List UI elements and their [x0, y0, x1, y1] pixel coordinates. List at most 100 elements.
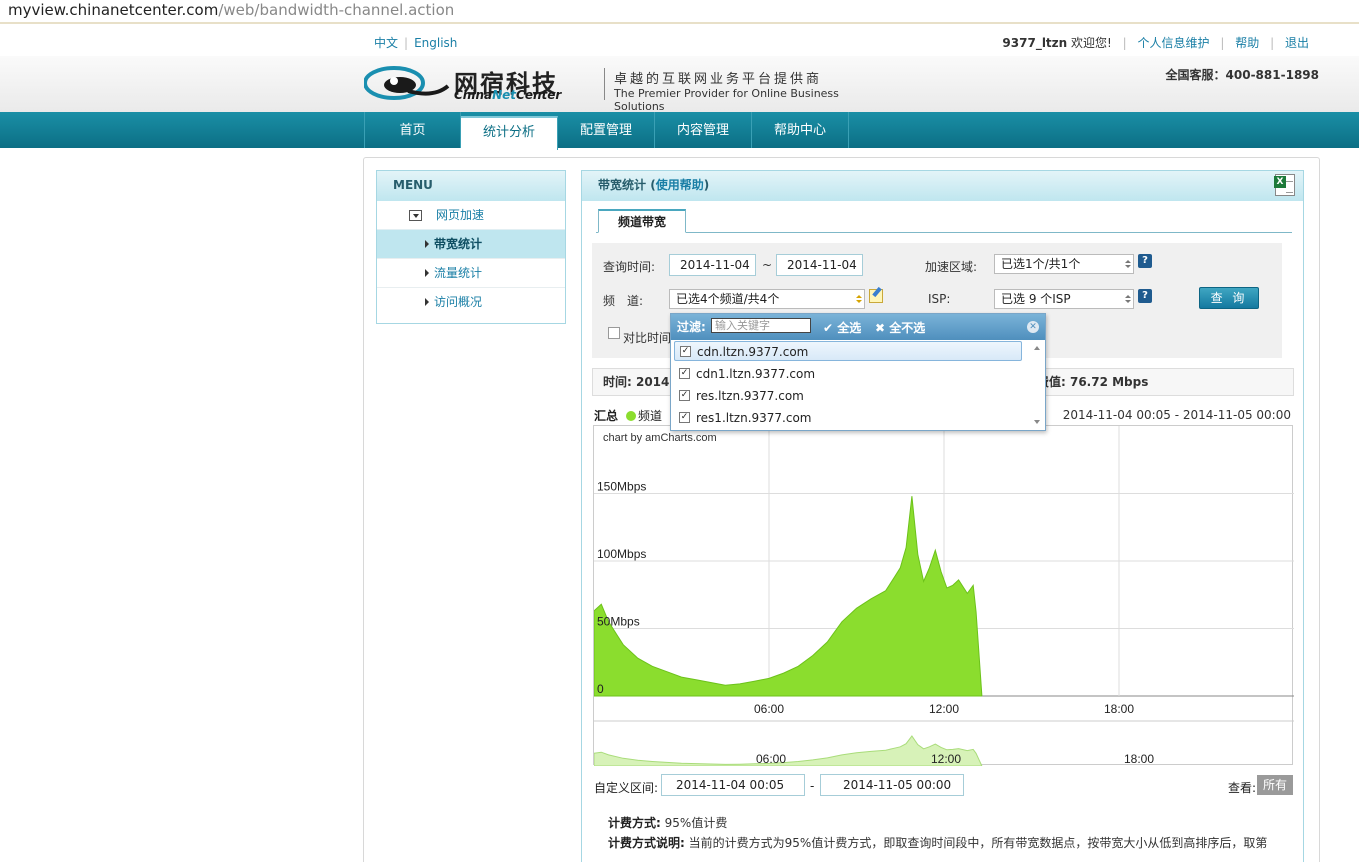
- scroll-up-icon[interactable]: [1034, 346, 1040, 350]
- date-range-sep: ~: [762, 258, 773, 272]
- logout-link[interactable]: 退出: [1285, 36, 1309, 50]
- logo-divider: [604, 68, 605, 100]
- billing-method-value: 95%值计费: [664, 816, 728, 830]
- series-area: [593, 496, 983, 697]
- isp-help-icon[interactable]: ?: [1138, 289, 1152, 303]
- custom-range: 自定义区间: 2014-11-04 00:05 - 2014-11-05 00:…: [594, 774, 964, 796]
- option-res1[interactable]: ✓ res1.ltzn.9377.com: [674, 408, 1022, 428]
- panel-title: 带宽统计 (使用帮助): [582, 171, 1303, 201]
- bandwidth-chart[interactable]: 0 50Mbps 100Mbps 150Mbps 06:00 12:00 18:00 char…: [593, 425, 1294, 767]
- company-logo[interactable]: 网宿科技 ChinaNetCenter 卓越的互联网业务平台提供商 The Pr…: [364, 62, 854, 113]
- nav-config[interactable]: 配置管理: [558, 112, 655, 148]
- start-date-input[interactable]: 2014-11-04: [669, 254, 756, 276]
- isp-label: ISP:: [928, 292, 951, 306]
- option-cdn[interactable]: ✓ cdn.ltzn.9377.com: [674, 341, 1022, 361]
- dropdown-scrollbar[interactable]: [1031, 342, 1043, 430]
- username: 9377_ltzn: [1002, 36, 1068, 50]
- option-checkbox[interactable]: ✓: [679, 390, 690, 401]
- arrow-right-icon: [425, 298, 429, 306]
- billing-explain-label: 计费方式说明:: [608, 836, 685, 850]
- tab-channel-bandwidth[interactable]: 频道带宽: [598, 209, 686, 233]
- isp-select[interactable]: 已选 9 个ISP: [994, 289, 1134, 309]
- menu-item-traffic[interactable]: 流量统计: [377, 259, 565, 288]
- menu-item-access-overview[interactable]: 访问概况: [377, 288, 565, 317]
- profile-link[interactable]: 个人信息维护: [1138, 36, 1210, 50]
- end-date-input[interactable]: 2014-11-04: [776, 254, 863, 276]
- edit-channel-icon[interactable]: [869, 289, 883, 303]
- custom-end-input[interactable]: 2014-11-05 00:00: [820, 774, 964, 796]
- summary-time: 时间: 2014-: [603, 375, 675, 389]
- select-none-button[interactable]: ✖ 全不选: [875, 319, 925, 336]
- side-menu: MENU 网页加速 带宽统计 流量统计 访问概况: [376, 170, 566, 324]
- help-link[interactable]: 帮助: [1235, 36, 1259, 50]
- nav-statistics[interactable]: 统计分析: [461, 116, 558, 150]
- billing-method-label: 计费方式:: [608, 816, 661, 830]
- option-checkbox[interactable]: ✓: [679, 412, 690, 423]
- channel-dropdown: 过滤: 输入关键字 ✔ 全选 ✖ 全不选 ✕ ✓ cdn.ltzn.9377.co…: [670, 313, 1046, 431]
- query-button[interactable]: 查 询: [1199, 287, 1259, 309]
- lang-chinese-link[interactable]: 中文: [374, 36, 398, 50]
- main-nav-bar: 首页 统计分析 配置管理 内容管理 帮助中心: [0, 112, 1359, 150]
- navigator-tick-label: 06:00: [756, 752, 786, 766]
- language-switch: 中文 | English: [374, 36, 458, 50]
- custom-range-label: 自定义区间:: [594, 781, 659, 795]
- region-select[interactable]: 已选1个/共1个: [994, 254, 1134, 274]
- usage-help-link[interactable]: 使用帮助: [656, 178, 704, 192]
- y-tick-label: 150Mbps: [597, 480, 646, 494]
- navigator-area: [593, 735, 983, 767]
- legend-total: 汇总: [594, 409, 619, 423]
- main-nav: 首页 统计分析 配置管理 内容管理 帮助中心: [364, 112, 849, 150]
- dropdown-filter-input[interactable]: 输入关键字: [711, 318, 811, 333]
- custom-start-input[interactable]: 2014-11-04 00:05: [661, 774, 805, 796]
- channel-select[interactable]: 已选4个频道/共4个: [669, 289, 865, 309]
- chart-range-text: 2014-11-04 00:05 - 2014-11-05 00:00: [1062, 408, 1291, 422]
- logo-english-name: ChinaNetCenter: [454, 88, 562, 102]
- legend-series[interactable]: 频道: [638, 409, 662, 423]
- menu-title: MENU: [377, 171, 565, 201]
- navigator-tick-label: 18:00: [1124, 752, 1154, 766]
- logo-mark-icon: [364, 66, 450, 100]
- nav-home[interactable]: 首页: [364, 112, 461, 148]
- select-all-button[interactable]: ✔ 全选: [823, 319, 861, 336]
- arrow-right-icon: [425, 240, 429, 248]
- menu-item-bandwidth[interactable]: 带宽统计: [377, 230, 565, 259]
- bandwidth-chart-svg[interactable]: 0 50Mbps 100Mbps 150Mbps 06:00 12:00 18:00 char…: [593, 426, 1294, 767]
- region-help-icon[interactable]: ?: [1138, 254, 1152, 268]
- option-res[interactable]: ✓ res.ltzn.9377.com: [674, 386, 1022, 406]
- scroll-down-icon[interactable]: [1034, 420, 1040, 424]
- collapse-icon[interactable]: [409, 210, 422, 221]
- view-all-button[interactable]: 所有: [1257, 775, 1293, 795]
- nav-help-center[interactable]: 帮助中心: [752, 112, 849, 148]
- url-host: myview.chinanetcenter.com: [8, 1, 219, 19]
- option-checkbox[interactable]: ✓: [679, 368, 690, 379]
- menu-group-web-accel[interactable]: 网页加速: [377, 201, 565, 230]
- user-bar: 9377_ltzn 欢迎您! | 个人信息维护 | 帮助 | 退出: [1002, 36, 1309, 50]
- bandwidth-panel: 带宽统计 (使用帮助) 频道带宽 查询时间: 2014-11-04 ~ 2014…: [581, 170, 1304, 862]
- x-tick-label: 06:00: [754, 702, 784, 716]
- option-cdn1[interactable]: ✓ cdn1.ltzn.9377.com: [674, 364, 1022, 384]
- query-time-label: 查询时间:: [603, 260, 656, 274]
- legend-dot-icon[interactable]: [626, 411, 637, 421]
- nav-content[interactable]: 内容管理: [655, 112, 752, 148]
- dropdown-header: 过滤: 输入关键字 ✔ 全选 ✖ 全不选 ✕: [671, 314, 1045, 340]
- logo-slogan-english: The Premier Provider for Online Business…: [614, 87, 839, 113]
- x-tick-label: 18:00: [1104, 702, 1134, 716]
- compare-time-checkbox[interactable]: [608, 327, 620, 339]
- lang-english-link[interactable]: English: [414, 36, 457, 50]
- region-label: 加速区域:: [925, 260, 978, 274]
- billing-explain-value: 当前的计费方式为95%值计费方式，即取查询时间段中，所有带宽数据点，按带宽大小从…: [688, 836, 1268, 850]
- dropdown-option-list: ✓ cdn.ltzn.9377.com ✓ cdn1.ltzn.9377.com ✓…: [671, 340, 1031, 430]
- url-path: /web/bandwidth-channel.action: [218, 1, 455, 19]
- compare-time-label: 对比时间: [623, 331, 672, 345]
- dropdown-close-icon[interactable]: ✕: [1027, 321, 1039, 333]
- chart-credit: chart by amCharts.com: [603, 432, 717, 444]
- excel-export-icon[interactable]: [1274, 174, 1295, 196]
- y-tick-label: 0: [597, 682, 604, 696]
- tab-bar: 频道带宽: [596, 209, 1292, 233]
- navigator-tick-label: 12:00: [931, 752, 961, 766]
- welcome-text: 欢迎您!: [1071, 36, 1112, 50]
- y-tick-label: 50Mbps: [597, 615, 640, 629]
- option-checkbox[interactable]: ✓: [680, 346, 691, 357]
- browser-url-bar[interactable]: myview.chinanetcenter.com/web/bandwidth-…: [0, 0, 1359, 24]
- arrow-right-icon: [425, 269, 429, 277]
